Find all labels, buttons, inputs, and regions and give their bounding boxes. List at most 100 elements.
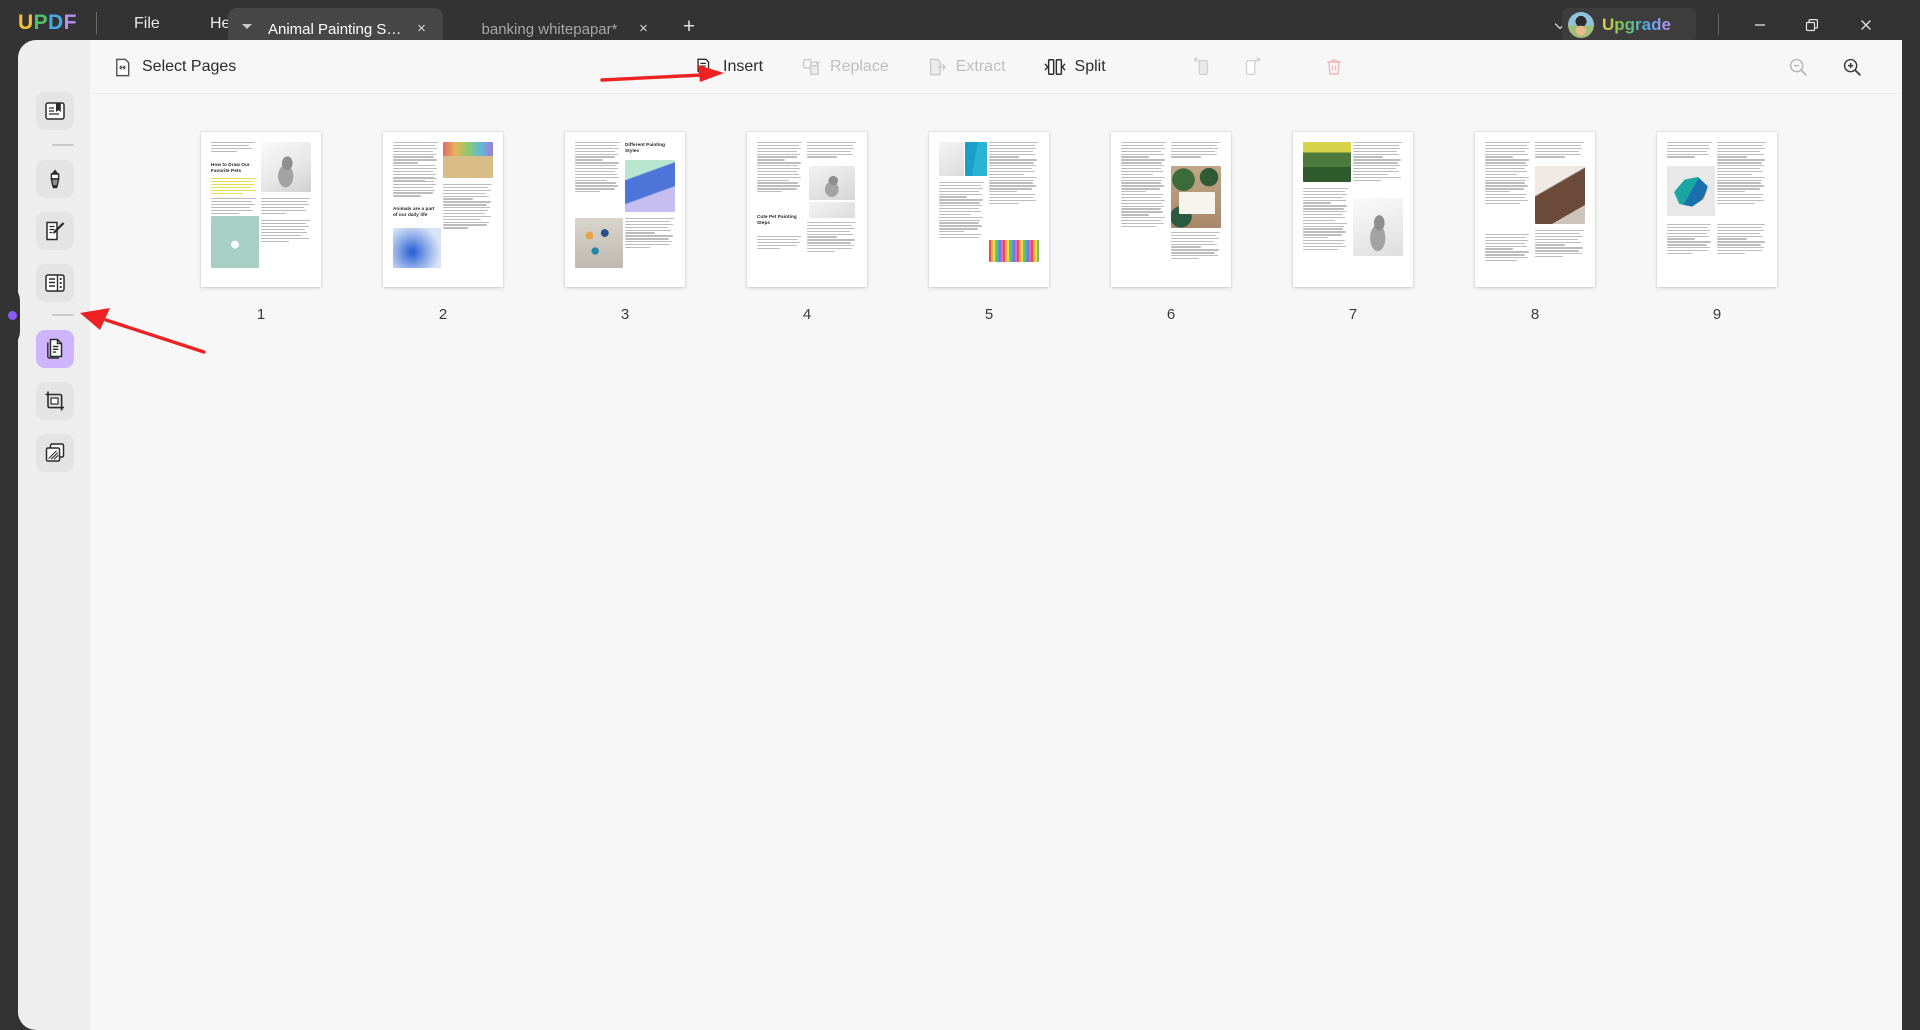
photo-corgi-sketch xyxy=(809,166,855,200)
upgrade-label: Upgrade xyxy=(1602,15,1671,34)
page-number: 1 xyxy=(256,306,266,323)
rotate-right-icon xyxy=(1245,56,1261,76)
maximize-button[interactable] xyxy=(1792,8,1832,42)
sidebar-item-edit[interactable] xyxy=(36,212,74,250)
chevron-down-icon[interactable] xyxy=(242,24,252,29)
rotate-left-icon xyxy=(1192,56,1208,76)
page-card[interactable] xyxy=(929,132,1049,287)
photo-dog-plate-flowers xyxy=(211,216,259,268)
page-card[interactable] xyxy=(1657,132,1777,287)
replace-button: Replace xyxy=(787,49,903,85)
page-card[interactable] xyxy=(1475,132,1595,287)
photo-blue-painting xyxy=(393,228,441,268)
main-panel: Select Pages Insert Replace Extract Spli… xyxy=(90,40,1902,1030)
replace-page-icon xyxy=(803,59,820,75)
extract-label: Extract xyxy=(955,58,1006,75)
insert-button[interactable]: Insert xyxy=(680,49,777,85)
split-button[interactable]: Split xyxy=(1030,49,1120,85)
select-pages-label: Select Pages xyxy=(142,58,237,75)
book-reader-icon xyxy=(45,102,65,120)
avatar[interactable] xyxy=(1568,12,1594,38)
new-tab-button[interactable]: + xyxy=(677,16,701,40)
select-pages-icon xyxy=(116,58,130,76)
page-thumbnail-2[interactable]: Animals are a part of our daily life 2 xyxy=(352,132,534,323)
page-heading: Animals are a part of our daily life xyxy=(393,206,435,218)
page-heading: How to Draw Our Favorite Pets xyxy=(211,162,250,174)
zoom-in-button[interactable] xyxy=(1832,49,1872,85)
insert-page-icon xyxy=(697,58,711,76)
page-number: 7 xyxy=(1348,306,1358,323)
restore-window-icon xyxy=(1805,19,1818,32)
minimize-button[interactable] xyxy=(1740,8,1780,42)
sidebar-item-crop[interactable] xyxy=(36,382,74,420)
insert-label: Insert xyxy=(723,58,764,75)
photo-dog-sketch xyxy=(261,142,311,192)
page-number: 5 xyxy=(984,306,994,323)
photo-blue-green-watercolor xyxy=(625,160,675,212)
zoom-out-button[interactable] xyxy=(1778,49,1818,85)
page-number: 2 xyxy=(438,306,448,323)
photo-horse-head xyxy=(1535,166,1585,224)
page-number: 8 xyxy=(1530,306,1540,323)
rail-collapse-handle[interactable] xyxy=(8,311,17,320)
upgrade-button[interactable]: Upgrade xyxy=(1562,8,1696,42)
page-thumbnail-4[interactable]: Cute Pet Painting Steps 4 xyxy=(716,132,898,323)
photo-man-blue-door xyxy=(965,142,987,176)
photo-rabbit xyxy=(1303,142,1351,182)
rotate-left-button xyxy=(1182,49,1222,85)
page-thumbnail-grid: How to Draw Our Favorite Pets 1 Animals … xyxy=(90,94,1902,1030)
rotate-right-button xyxy=(1232,49,1272,85)
photo-three-sketch-circles xyxy=(809,202,855,218)
page-number: 4 xyxy=(802,306,812,323)
page-thumbnail-9[interactable]: 9 xyxy=(1626,132,1808,323)
close-icon[interactable]: × xyxy=(412,19,431,38)
logo-separator xyxy=(96,12,97,34)
page-card[interactable]: Animals are a part of our daily life xyxy=(383,132,503,287)
page-card[interactable]: How to Draw Our Favorite Pets xyxy=(201,132,321,287)
page-number: 3 xyxy=(620,306,630,323)
page-card[interactable]: Different Painting Styles xyxy=(565,132,685,287)
sidebar-item-annotate[interactable] xyxy=(36,160,74,198)
crop-icon xyxy=(45,391,64,411)
sidebar-item-reader[interactable] xyxy=(36,92,74,130)
left-tool-rail xyxy=(18,40,90,1030)
extract-page-icon xyxy=(929,58,946,76)
page-card[interactable]: Cute Pet Painting Steps xyxy=(747,132,867,287)
sidebar-item-form[interactable] xyxy=(36,264,74,302)
menu-file[interactable]: File xyxy=(122,12,172,36)
photo-plants-sketchpad xyxy=(1171,166,1221,228)
tab-title: banking whitepapar* xyxy=(481,20,618,38)
sidebar-item-batch[interactable] xyxy=(36,434,74,472)
photo-watercolor-palette xyxy=(443,142,493,156)
page-thumbnail-7[interactable]: 7 xyxy=(1262,132,1444,323)
sidebar-divider-1 xyxy=(52,144,74,146)
delete-button xyxy=(1314,49,1354,85)
logo-letter-f: F xyxy=(63,11,77,34)
organize-pages-icon xyxy=(47,338,63,359)
updf-logo: UPDF xyxy=(18,11,77,35)
page-card[interactable] xyxy=(1111,132,1231,287)
delete-icon xyxy=(1326,59,1341,75)
logo-letter-p: P xyxy=(33,11,48,34)
close-icon[interactable]: × xyxy=(634,19,653,38)
thumbnail-row: How to Draw Our Favorite Pets 1 Animals … xyxy=(90,132,1902,323)
close-icon xyxy=(1861,20,1871,30)
zoom-in-icon xyxy=(1843,58,1861,76)
page-thumbnail-6[interactable]: 6 xyxy=(1080,132,1262,323)
page-thumbnail-1[interactable]: How to Draw Our Favorite Pets 1 xyxy=(170,132,352,323)
page-thumbnail-3[interactable]: Different Painting Styles 3 xyxy=(534,132,716,323)
close-window-button[interactable] xyxy=(1846,8,1886,42)
page-thumbnail-8[interactable]: 8 xyxy=(1444,132,1626,323)
page-thumbnail-5[interactable]: 5 xyxy=(898,132,1080,323)
page-number: 6 xyxy=(1166,306,1176,323)
sidebar-item-organize[interactable] xyxy=(36,330,74,368)
replace-label: Replace xyxy=(830,58,889,75)
select-pages-group[interactable]: Select Pages xyxy=(112,40,236,94)
photo-colored-pencils xyxy=(989,240,1039,262)
sidebar-divider-2 xyxy=(52,314,74,316)
split-page-icon xyxy=(1043,59,1066,75)
window-right-edge xyxy=(1902,40,1920,1030)
minimize-icon xyxy=(1755,24,1765,26)
page-card[interactable] xyxy=(1293,132,1413,287)
photo-rabbit-sketch xyxy=(1353,198,1403,256)
